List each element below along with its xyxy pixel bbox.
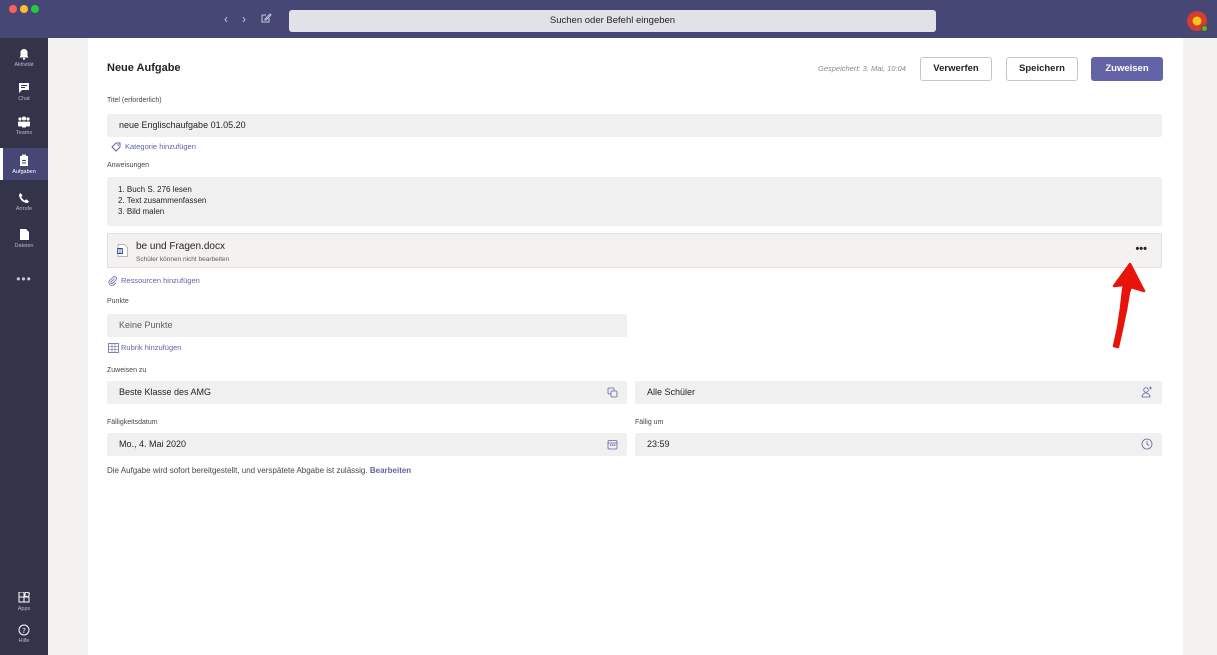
rail-item-activity[interactable]: Aktivität (0, 42, 48, 74)
students-value: Alle Schüler (647, 387, 696, 397)
rail-label: Chat (18, 96, 30, 102)
svg-text:W: W (117, 249, 123, 255)
rail-label: Teams (15, 130, 33, 136)
help-icon: ? (18, 624, 30, 636)
students-select[interactable]: Alle Schüler (635, 381, 1162, 404)
add-resources-link[interactable]: Ressourcen hinzufügen (108, 276, 200, 286)
assignments-icon (20, 154, 28, 166)
add-resources-label: Ressourcen hinzufügen (121, 276, 200, 285)
add-person-icon[interactable] (1141, 386, 1153, 398)
points-input[interactable]: Keine Punkte (107, 314, 627, 337)
paperclip-icon (108, 276, 117, 286)
instruction-line: 3. Bild malen (118, 207, 165, 216)
rail-item-assignments[interactable]: Aufgaben (0, 148, 48, 180)
app-rail: Aktivität Chat Teams Aufgaben Anrufe Dat… (0, 38, 48, 655)
window-minimize-button[interactable] (20, 5, 28, 13)
instruction-line: 1. Buch S. 276 lesen (118, 185, 192, 194)
rail-label: Apps (17, 606, 31, 612)
assign-to-label: Zuweisen zu (107, 367, 147, 374)
discard-button[interactable]: Verwerfen (920, 57, 992, 81)
rail-item-apps[interactable]: Apps (0, 586, 48, 618)
saved-status: Gespeichert: 3. Mai, 10:04 (818, 64, 906, 73)
instruction-line: 2. Text zusammenfassen (118, 196, 207, 205)
word-document-icon: W (117, 244, 128, 257)
class-select[interactable]: Beste Klasse des AMG (107, 381, 627, 404)
window-close-button[interactable] (9, 5, 17, 13)
add-category-link[interactable]: Kategorie hinzufügen (111, 142, 196, 152)
status-available-icon (1201, 25, 1208, 32)
rail-item-teams[interactable]: Teams (0, 110, 48, 142)
title-label: Titel (erforderlich) (107, 97, 162, 104)
settings-summary-text: Die Aufgabe wird sofort bereitgestellt, … (107, 466, 368, 475)
class-value: Beste Klasse des AMG (119, 387, 212, 397)
due-date-label: Fälligkeitsdatum (107, 419, 158, 426)
clock-icon[interactable] (1141, 438, 1153, 450)
add-category-label: Kategorie hinzufügen (125, 142, 196, 151)
svg-text:?: ? (22, 627, 26, 635)
window-zoom-button[interactable] (31, 5, 39, 13)
title-bar: ‹ › Suchen oder Befehl eingeben (0, 0, 1217, 38)
rail-label: Aufgaben (12, 169, 36, 175)
tag-icon (111, 142, 121, 152)
rail-item-help[interactable]: ? Hilfe (0, 618, 48, 650)
more-options-icon[interactable]: ••• (1135, 243, 1147, 255)
apps-icon (18, 592, 30, 603)
due-time-value: 23:59 (647, 439, 670, 449)
page-title: Neue Aufgabe (107, 62, 181, 74)
assign-button[interactable]: Zuweisen (1091, 57, 1163, 81)
attachment-file-name[interactable]: be und Fragen.docx (136, 241, 225, 252)
rail-label: Aktivität (14, 62, 34, 68)
bell-icon (19, 49, 29, 60)
add-rubric-label: Rubrik hinzufügen (121, 343, 182, 352)
avatar[interactable] (1187, 11, 1208, 32)
rail-item-chat[interactable]: Chat (0, 76, 48, 108)
due-time-label: Fällig um (635, 419, 664, 426)
teams-icon (18, 116, 30, 128)
search-input[interactable]: Suchen oder Befehl eingeben (289, 10, 936, 32)
points-value: Keine Punkte (119, 320, 173, 330)
rail-label: Hilfe (18, 638, 30, 644)
phone-icon (19, 193, 29, 203)
rail-item-calls[interactable]: Anrufe (0, 186, 48, 218)
compose-icon[interactable] (260, 12, 272, 26)
attachment-card[interactable]: W be und Fragen.docx Schüler können nich… (107, 233, 1162, 268)
add-rubric-link[interactable]: Rubrik hinzufügen (108, 343, 181, 353)
rail-label: Dateien (14, 243, 34, 249)
calendar-icon[interactable] (607, 439, 618, 450)
grid-icon (108, 343, 119, 353)
rail-item-files[interactable]: Dateien (0, 222, 48, 254)
chat-icon (19, 83, 29, 93)
annotation-arrow (1112, 262, 1146, 349)
edit-settings-link[interactable]: Bearbeiten (370, 466, 411, 475)
assignment-settings-summary: Die Aufgabe wird sofort bereitgestellt, … (107, 466, 411, 475)
back-arrow-icon[interactable]: ‹ (224, 12, 228, 26)
more-apps-icon[interactable]: ••• (0, 272, 48, 286)
instructions-textarea[interactable]: 1. Buch S. 276 lesen 2. Text zusammenfas… (107, 177, 1162, 226)
due-date-input[interactable]: Mo., 4. Mai 2020 (107, 433, 627, 456)
class-picker-icon[interactable] (607, 387, 618, 398)
due-time-input[interactable]: 23:59 (635, 433, 1162, 456)
rail-label: Anrufe (15, 206, 33, 212)
files-icon (19, 229, 29, 240)
title-value: neue Englischaufgabe 01.05.20 (119, 120, 246, 130)
attachment-permission: Schüler können nicht bearbeiten (136, 256, 230, 263)
title-input[interactable]: neue Englischaufgabe 01.05.20 (107, 114, 1162, 137)
save-button[interactable]: Speichern (1006, 57, 1078, 81)
points-label: Punkte (107, 298, 129, 305)
forward-arrow-icon[interactable]: › (242, 12, 246, 26)
instructions-label: Anweisungen (107, 162, 150, 169)
due-date-value: Mo., 4. Mai 2020 (119, 439, 187, 449)
